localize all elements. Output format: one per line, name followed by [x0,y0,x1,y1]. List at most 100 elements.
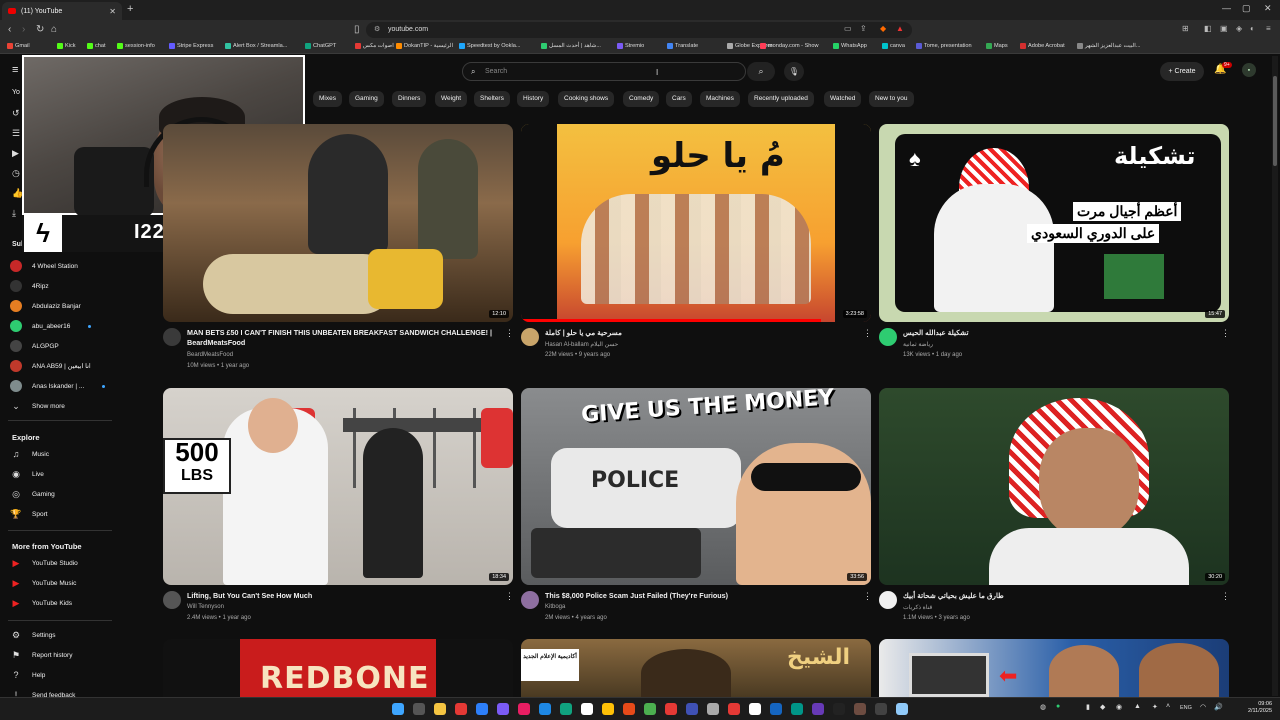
channel-name[interactable]: Will Tennyson [187,604,224,610]
more-options-icon[interactable]: ⋮ [505,591,514,602]
video-title[interactable]: طارق ما عليش بحياتي شحاتة أبيك [903,591,1217,601]
create-button[interactable]: + Create [1160,62,1204,81]
your-videos-icon[interactable]: ▶ [12,148,19,159]
tray-icon[interactable]: ◉ [1116,703,1122,711]
taskbar-app-icon[interactable] [749,703,761,715]
watch-later-icon[interactable]: ◷ [12,168,20,179]
taskbar-app-icon[interactable] [434,703,446,715]
page-scrollbar[interactable] [1272,56,1278,696]
extensions-icon[interactable]: ⊞ [1182,24,1189,33]
bookmark-item[interactable]: Stripe Express [169,43,213,49]
history-icon[interactable]: ↺ [12,108,20,119]
taskbar-app-icon[interactable] [497,703,509,715]
taskbar-app-icon[interactable] [707,703,719,715]
video-thumbnail[interactable]: أكاديمية الإعلام الجديد الشيخ [521,639,871,697]
bookmark-item[interactable]: البيت عبدالعزيز الشهر... [1077,43,1140,49]
more-item[interactable]: ▶ YouTube Kids [10,595,72,611]
bookmark-item[interactable]: Maps [986,43,1008,49]
share-icon[interactable]: ⇪ [860,24,867,33]
taskbar-app-icon[interactable] [812,703,824,715]
taskbar-app-icon[interactable] [875,703,887,715]
filter-chip[interactable]: Dinners [392,91,427,107]
filter-chip[interactable]: Cooking shows [558,91,615,107]
taskbar-app-icon[interactable] [539,703,551,715]
tray-chevron-icon[interactable]: ˄ [1166,703,1170,710]
taskbar-app-icon[interactable] [644,703,656,715]
bookmark-item[interactable]: session-info [117,43,155,49]
video-title[interactable]: تشكيلة عبدالله الحيس [903,328,1217,338]
subscription-item[interactable]: ANA AB59 | انا ابيعين [10,358,91,374]
bookmark-item[interactable]: Tome, presentation [916,43,972,49]
taskbar-app-icon[interactable] [833,703,845,715]
taskbar-app-icon[interactable] [770,703,782,715]
more-options-icon[interactable]: ⋮ [863,591,872,602]
more-options-icon[interactable]: ⋮ [505,328,514,339]
filter-chip[interactable]: Gaming [349,91,384,107]
rewards-icon[interactable]: ▲ [896,24,904,33]
channel-avatar[interactable] [879,591,897,609]
playlists-icon[interactable]: ☰ [12,128,20,139]
brave-shield-icon[interactable]: ◆ [880,24,886,33]
taskbar-app-icon[interactable] [854,703,866,715]
taskbar-app-icon[interactable] [392,703,404,715]
subscription-item[interactable]: Abdulaziz Banjar [10,298,81,314]
explore-item-live[interactable]: ◉ Live [10,466,44,482]
bookmark-item[interactable]: اصوات مكس [355,43,394,49]
taskbar-app-icon[interactable] [602,703,614,715]
channel-name[interactable]: Kitboga [545,604,565,610]
video-title[interactable]: This $8,000 Police Scam Just Failed (The… [545,591,859,601]
tray-icon[interactable]: ▲ [1134,703,1141,710]
more-item[interactable]: ▶ YouTube Music [10,575,77,591]
search-input[interactable]: ⌕ Search [462,62,746,81]
taskbar-app-icon[interactable] [455,703,467,715]
hamburger-menu-icon[interactable]: ≡ [12,64,18,76]
bookmark-item[interactable]: monday.com - Show [760,43,819,49]
back-icon[interactable]: ‹ [8,24,11,35]
filter-chip[interactable]: History [517,91,550,107]
filter-chip[interactable]: Mixes [313,91,342,107]
settings-item[interactable]: ? Help [10,667,45,683]
taskbar-app-icon[interactable] [686,703,698,715]
forward-icon[interactable]: › [22,24,25,35]
channel-avatar[interactable] [521,591,539,609]
scrollbar-thumb[interactable] [1273,76,1277,166]
vpn-icon[interactable]: ◈ [1236,24,1242,33]
reload-icon[interactable]: ↻ [36,24,44,35]
taskbar-app-icon[interactable] [476,703,488,715]
bookmark-item[interactable]: ChatGPT [305,43,336,49]
channel-name[interactable]: BeardMeatsFood [187,352,233,358]
taskbar-app-icon[interactable] [665,703,677,715]
channel-avatar[interactable] [879,328,897,346]
downloads-icon[interactable]: ⤓ [12,208,16,219]
channel-name[interactable]: قناة ذكريات [903,604,932,611]
taskbar-app-icon[interactable] [623,703,635,715]
explore-item-gaming[interactable]: ◎ Gaming [10,486,55,502]
close-window-icon[interactable]: ✕ [1264,3,1272,14]
minimize-icon[interactable]: — [1222,3,1231,13]
bookmark-item[interactable]: chat [87,43,106,49]
video-thumbnail[interactable]: POLICE GIVE US THE MONEY 33:56 [521,388,871,585]
subscription-item[interactable]: 4 Wheel Station [10,258,78,274]
bookmark-item[interactable]: Speedtest by Ookla... [459,43,520,49]
video-title[interactable]: Lifting, But You Can't See How Much [187,591,501,601]
filter-chip[interactable]: Machines [700,91,740,107]
settings-item[interactable]: ⚑ Report history [10,647,73,663]
more-options-icon[interactable]: ⋮ [1221,328,1230,339]
taskbar-app-icon[interactable] [728,703,740,715]
bookmark-item[interactable]: شاهد | أحدث المسل... [541,43,601,49]
channel-avatar[interactable] [163,328,181,346]
maximize-icon[interactable]: ▢ [1242,3,1251,14]
video-thumbnail[interactable]: مُ يا حلو 3:23:58 [521,124,871,322]
more-options-icon[interactable]: ⋮ [863,328,872,339]
clock[interactable]: 09:06 2/11/2025 [1248,701,1272,715]
video-thumbnail[interactable]: ⬅ [879,639,1229,697]
bookmark-item[interactable]: DokanTIP - الرئيسية [396,43,453,49]
taskbar-app-icon[interactable] [581,703,593,715]
bookmark-icon[interactable]: ▯ [354,24,360,35]
channel-avatar[interactable] [163,591,181,609]
tray-icon[interactable]: ✦ [1152,703,1158,711]
subscription-item[interactable]: ALGPGP [10,338,59,354]
settings-item[interactable]: ⚙ Settings [10,627,56,643]
filter-chip[interactable]: Watched [824,91,862,107]
bookmark-item[interactable]: WhatsApp [833,43,867,49]
